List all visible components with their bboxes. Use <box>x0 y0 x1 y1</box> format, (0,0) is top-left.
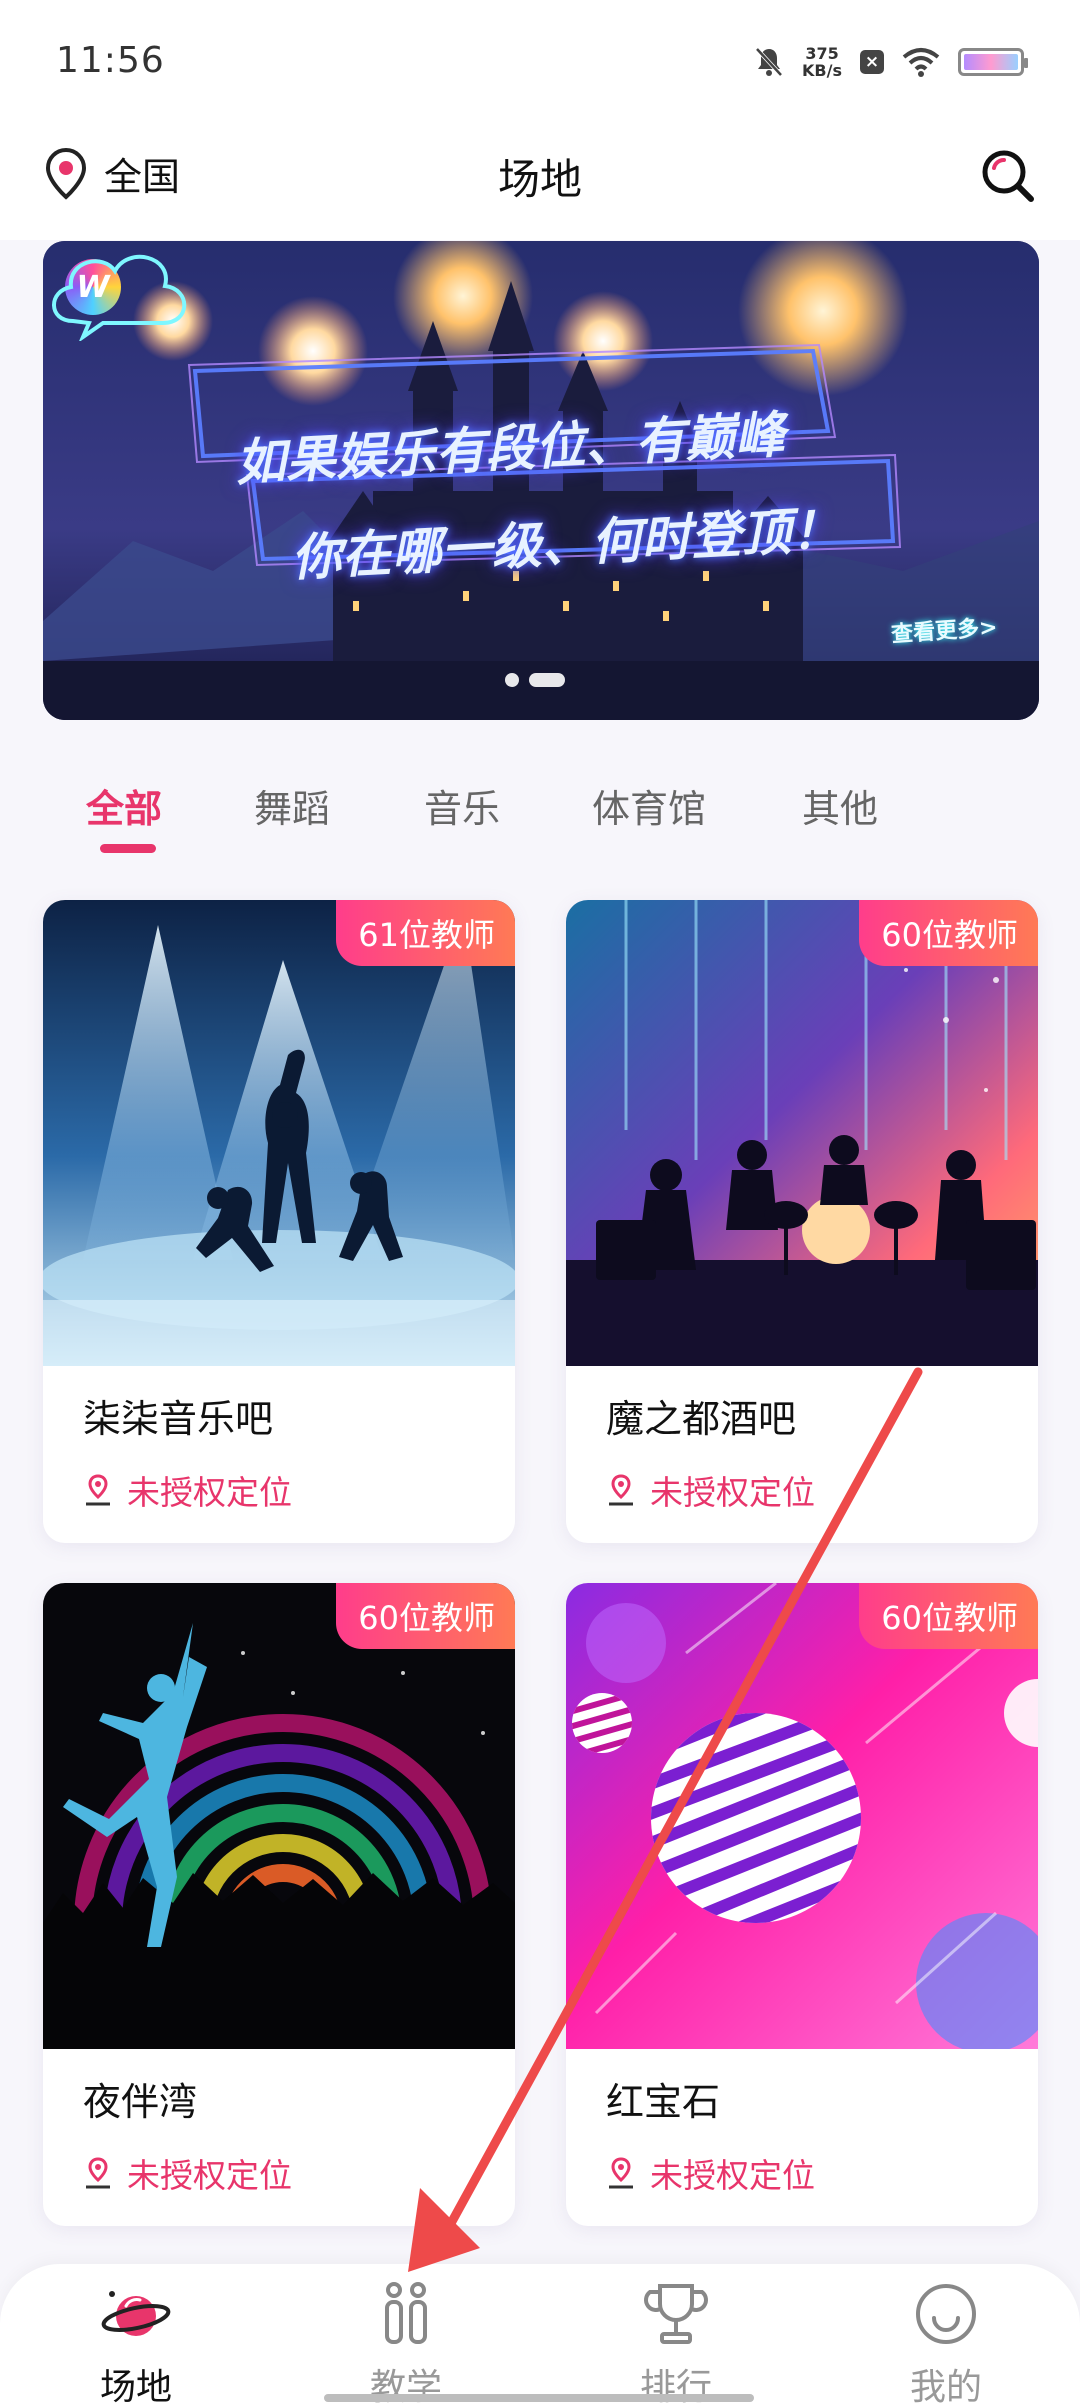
venue-location-text: 未授权定位 <box>127 1473 292 1512</box>
nav-label-venue: 场地 <box>99 2367 172 2408</box>
pagination-dot-active <box>529 673 565 687</box>
active-tab-indicator <box>100 844 156 853</box>
nav-label-mine: 我的 <box>909 2367 982 2408</box>
nav-item-venue[interactable]: 场地 <box>56 2278 216 2408</box>
promo-banner[interactable]: W 如果娱乐有段位、有巅峰 你在哪一级、何时登顶！ 查看更多> <box>43 241 1039 720</box>
bottom-nav: 场地 教学 排行 我的 <box>0 2264 1080 2408</box>
teacher-count-badge: 60位教师 <box>859 900 1038 966</box>
net-speed-value: 375 <box>805 44 839 63</box>
mute-icon <box>755 47 783 77</box>
planet-icon <box>101 2291 171 2336</box>
venue-location-text: 未授权定位 <box>127 2156 292 2195</box>
app-header: 全国 场地 <box>0 120 1080 240</box>
teacher-count-badge: 60位教师 <box>859 1583 1038 1649</box>
tab-stadium[interactable]: 体育馆 <box>592 778 706 833</box>
nav-item-mine[interactable]: 我的 <box>866 2278 1026 2408</box>
venue-card[interactable]: 60位教师 魔之都酒吧 未授权定位 <box>566 900 1038 1543</box>
venue-name: 魔之都酒吧 <box>606 1397 797 1441</box>
cloud-icon <box>52 254 187 341</box>
home-indicator[interactable] <box>324 2394 754 2402</box>
net-speed-unit: KB/s <box>802 61 842 80</box>
teaching-icon <box>385 2282 427 2344</box>
venue-name: 夜伴湾 <box>83 2080 198 2124</box>
venue-image: 60位教师 <box>566 900 1038 1366</box>
banner-pagination <box>505 673 565 687</box>
page-title: 场地 <box>497 155 582 204</box>
map-pin-icon <box>609 2157 633 2189</box>
venue-location-text: 未授权定位 <box>650 2156 815 2195</box>
map-pin-icon <box>86 2157 110 2189</box>
pagination-dot <box>505 673 519 687</box>
venue-location: 未授权定位 <box>83 2149 292 2197</box>
status-icons: 375 KB/s × <box>754 42 1028 82</box>
wifi-icon <box>902 48 940 77</box>
map-pin-icon <box>609 1474 633 1506</box>
nav-item-ranking[interactable]: 排行 <box>596 2278 756 2408</box>
status-bar: 11:56 375 KB/s × <box>0 0 1080 120</box>
nav-item-teaching[interactable]: 教学 <box>326 2278 486 2408</box>
venue-image: 60位教师 <box>43 1583 515 2049</box>
venue-location: 未授权定位 <box>606 1466 815 1514</box>
map-pin-icon <box>86 1474 110 1506</box>
smile-icon <box>916 2284 976 2344</box>
teacher-count-badge: 60位教师 <box>336 1583 515 1649</box>
venue-name: 柒柒音乐吧 <box>83 1397 274 1441</box>
close-box-icon: × <box>860 50 884 74</box>
venue-card[interactable]: 60位教师 红宝石 未授权定位 <box>566 1583 1038 2226</box>
venue-location: 未授权定位 <box>83 1466 292 1514</box>
tab-all[interactable]: 全部 <box>86 778 162 833</box>
battery-icon <box>958 48 1028 76</box>
teacher-count-badge: 61位教师 <box>336 900 515 966</box>
venue-name: 红宝石 <box>606 2080 721 2124</box>
tab-dance[interactable]: 舞蹈 <box>254 778 330 833</box>
venue-location-text: 未授权定位 <box>650 1473 815 1512</box>
trophy-icon <box>644 2284 708 2344</box>
venue-card[interactable]: 61位教师 柒柒音乐吧 未授权定位 <box>43 900 515 1543</box>
status-time: 11:56 <box>56 40 165 81</box>
venue-image: 61位教师 <box>43 900 515 1366</box>
category-tabs: 全部 舞蹈 音乐 体育馆 其他 <box>0 760 1080 860</box>
net-speed: 375 KB/s <box>802 45 842 79</box>
venue-location: 未授权定位 <box>606 2149 815 2197</box>
tab-other[interactable]: 其他 <box>802 778 878 833</box>
tab-music[interactable]: 音乐 <box>424 778 500 833</box>
venue-card[interactable]: 60位教师 夜伴湾 未授权定位 <box>43 1583 515 2226</box>
venue-image: 60位教师 <box>566 1583 1038 2049</box>
search-icon[interactable] <box>976 144 1040 208</box>
